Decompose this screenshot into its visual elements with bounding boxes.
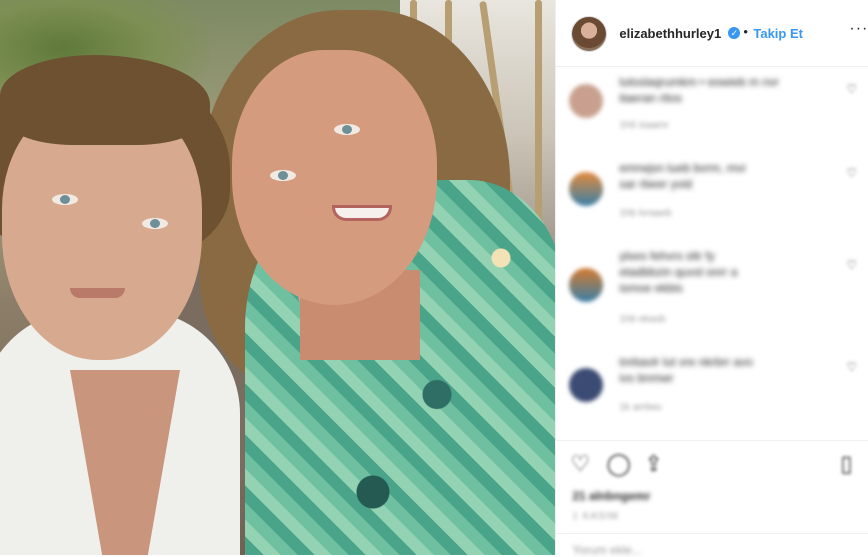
commenter-avatar[interactable] [569, 268, 604, 302]
comment-text: tnrbavlr lut vre nkrbrr avo [619, 355, 753, 369]
post-side-panel: elizabethhurley1 ✓ • Takip Et ··· lutssl… [555, 0, 868, 557]
heart-icon[interactable]: ♡ [846, 360, 857, 374]
comment-meta[interactable]: 1hb lvraaeb [619, 208, 671, 219]
post-actions: ♡ ◯ ⇪ ▯ 21 alnbngemr 1 KASIM Yorum ekle.… [556, 440, 868, 557]
commenter-avatar[interactable] [569, 172, 604, 206]
comment-text: emrwjsn lueb bvrm, mvi [619, 161, 746, 175]
eye [270, 170, 296, 181]
instagram-post: elizabethhurley1 ✓ • Takip Et ··· lutssl… [0, 0, 868, 557]
comment-text: ismoe ekbis [619, 281, 683, 295]
comment-text: ylxes fehvrs sltr fy [619, 249, 715, 263]
boy-mouth [70, 288, 125, 298]
comment-meta[interactable]: 1h6 isaamr [619, 120, 668, 131]
heart-icon[interactable]: ♡ [846, 258, 857, 272]
heart-icon[interactable]: ♡ [846, 166, 857, 180]
eye [142, 218, 168, 229]
woman-face [232, 50, 437, 305]
smile [332, 205, 392, 221]
post-photo[interactable] [0, 0, 556, 555]
comment-text: sar rbeer yvid [619, 177, 693, 191]
bookmark-icon[interactable]: ▯ [840, 451, 852, 477]
comment-item: ylxes fehvrs sltr fy etadbbzin quvsl onr… [556, 249, 868, 334]
divider [556, 533, 868, 534]
more-options-icon[interactable]: ··· [849, 20, 868, 38]
heart-icon[interactable]: ♡ [846, 82, 857, 96]
comment-text: lutsslaqrumkm • eowieb m nvr [619, 75, 779, 89]
comment-item: lutsslaqrumkm • eowieb m nvr itaeran rit… [556, 75, 868, 158]
heart-icon[interactable]: ♡ [570, 451, 590, 477]
post-date: 1 KASIM [572, 511, 619, 522]
eye [334, 124, 360, 135]
comment-text: etadbbzin quvsl onrr a [619, 265, 738, 279]
share-icon[interactable]: ⇪ [644, 451, 662, 477]
comment-meta[interactable]: 1k amlwu [619, 402, 661, 413]
header-separator: • [743, 24, 748, 39]
comment-meta[interactable]: 1hb ekasb [619, 314, 665, 325]
commenter-avatar[interactable] [569, 368, 604, 402]
username[interactable]: elizabethhurley1 [619, 26, 721, 41]
commenter-avatar[interactable] [569, 84, 604, 118]
comment-item: tnrbavlr lut vre nkrbrr avo ivs bnmwr 1k… [556, 355, 868, 436]
avatar[interactable] [571, 16, 608, 52]
comment-icon[interactable]: ◯ [606, 451, 631, 477]
post-header: elizabethhurley1 ✓ • Takip Et ··· [556, 0, 868, 67]
comment-text: itaeran ritos [619, 91, 683, 105]
comment-item: emrwjsn lueb bvrm, mvi sar rbeer yvid 1h… [556, 161, 868, 246]
verified-badge-icon: ✓ [728, 27, 741, 39]
likes-count[interactable]: 21 alnbngemr [572, 489, 650, 503]
eye [52, 194, 78, 205]
comment-text: ivs bnmwr [619, 371, 674, 385]
follow-button[interactable]: Takip Et [753, 26, 803, 41]
